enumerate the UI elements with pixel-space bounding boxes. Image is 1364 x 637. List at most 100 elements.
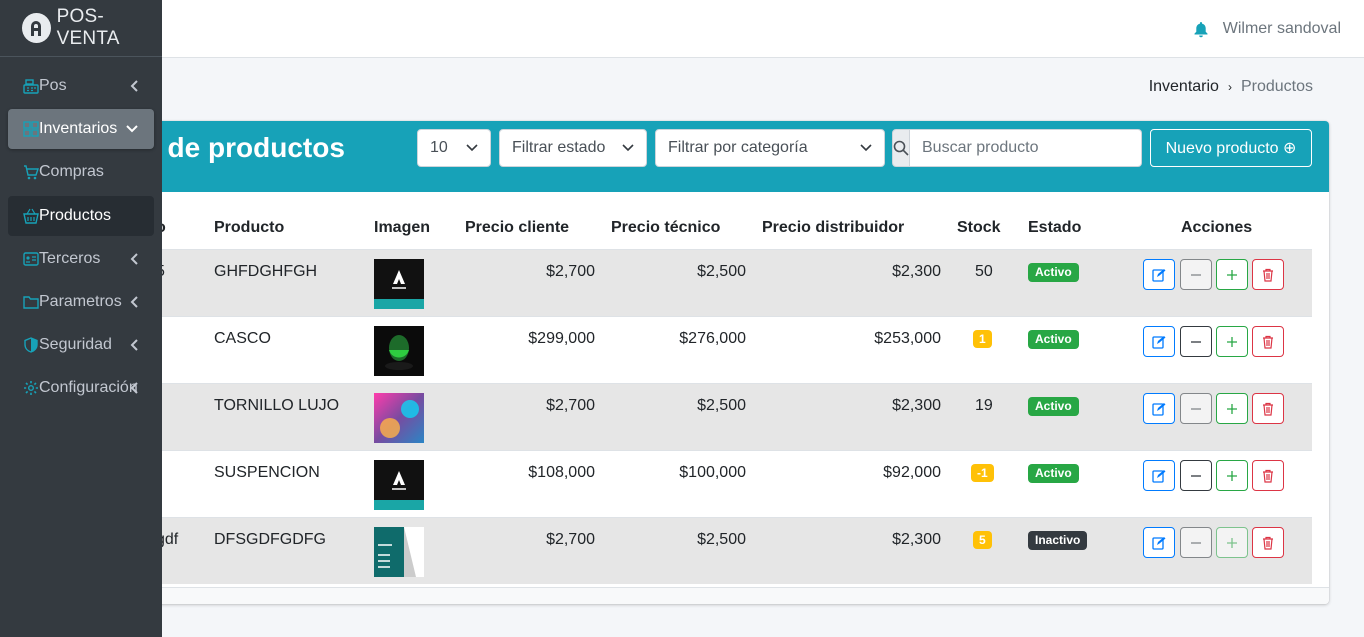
category-filter-select[interactable]: Filtrar por categoría (655, 129, 885, 167)
sidebar-item-configuracin[interactable]: Configuración (8, 368, 154, 408)
edit-icon (1152, 536, 1166, 550)
cell-tech-price: $276,000 (679, 330, 746, 347)
chevron-down-icon (622, 144, 634, 152)
edit-icon (1152, 268, 1166, 282)
chevron-down-icon (466, 144, 478, 152)
edit-button[interactable] (1143, 259, 1175, 290)
sidebar-item-seguridad[interactable]: Seguridad (8, 325, 154, 365)
search-input[interactable] (910, 129, 1142, 167)
sidebar-item-terceros[interactable]: Terceros (8, 239, 154, 279)
sidebar-item-inventarios[interactable]: Inventarios (8, 109, 154, 149)
minus-icon (1191, 474, 1201, 477)
user-name[interactable]: Wilmer sandoval (1223, 20, 1341, 38)
delete-button[interactable] (1252, 326, 1284, 357)
card-footer (118, 587, 1329, 604)
chevron-left-icon (130, 382, 138, 394)
search-button[interactable] (892, 129, 910, 167)
sidebar-item-label: Parametros (39, 293, 122, 310)
th-actions: Acciones (1181, 219, 1253, 236)
decrease-stock-button[interactable] (1180, 527, 1212, 558)
search-icon (893, 140, 909, 156)
cell-product: GHFDGHFGH (214, 263, 318, 280)
cell-client-price: $2,700 (546, 531, 595, 548)
plus-icon (1227, 336, 1237, 347)
th-client-price: Precio cliente (465, 219, 570, 236)
cell-dist-price: $2,300 (892, 263, 941, 280)
sidebar-item-pos[interactable]: Pos (8, 66, 154, 106)
cell-client-price: $299,000 (528, 330, 595, 347)
sidebar-item-label: Inventarios (39, 120, 118, 137)
delete-button[interactable] (1252, 259, 1284, 290)
edit-icon (1152, 402, 1166, 416)
increase-stock-button[interactable] (1216, 460, 1248, 491)
category-filter-value: Filtrar por categoría (668, 139, 808, 156)
increase-stock-button[interactable] (1216, 259, 1248, 290)
stock-badge: 1 (973, 330, 992, 348)
brand-text: POS-VENTA (57, 6, 162, 50)
product-image[interactable] (374, 326, 424, 376)
cell-product: TORNILLO LUJO (214, 397, 340, 414)
edit-icon (1152, 469, 1166, 483)
basket-icon (23, 208, 39, 224)
plus-icon (1227, 403, 1237, 414)
table-row: CASCO $299,000 $276,000 $253,000 1 Activo (118, 316, 1312, 383)
edit-button[interactable] (1143, 326, 1175, 357)
new-product-button[interactable]: Nuevo producto ⊕ (1150, 129, 1312, 167)
increase-stock-button[interactable] (1216, 326, 1248, 357)
sidebar-item-label: Compras (39, 163, 104, 180)
trash-icon (1263, 536, 1273, 550)
product-image[interactable] (374, 259, 424, 309)
chevron-left-icon (130, 296, 138, 308)
edit-button[interactable] (1143, 460, 1175, 491)
status-badge: Activo (1028, 464, 1079, 483)
plus-icon (1227, 537, 1237, 548)
sidebar-item-productos[interactable]: Productos (8, 196, 154, 236)
trash-icon (1263, 402, 1273, 416)
increase-stock-button[interactable] (1216, 527, 1248, 558)
stock-badge: 5 (973, 531, 992, 549)
plus-icon (1227, 269, 1237, 280)
decrease-stock-button[interactable] (1180, 326, 1212, 357)
product-image[interactable] (374, 527, 424, 577)
product-image[interactable] (374, 460, 424, 510)
sidebar-item-label: Pos (39, 77, 67, 94)
breadcrumb-separator: › (1227, 80, 1232, 94)
user-menu[interactable]: Wilmer sandoval (1193, 20, 1341, 38)
table-row: gdf DFSGDFGDFG $2,700 $2,500 $2,300 5 Inactivo (118, 517, 1312, 584)
brand-link[interactable]: POS-VENTA (0, 0, 162, 57)
table-header: o Producto Imagen Precio cliente Precio … (118, 207, 1312, 249)
delete-button[interactable] (1252, 527, 1284, 558)
breadcrumb-current: Productos (1240, 78, 1313, 95)
cell-dist-price: $2,300 (892, 531, 941, 548)
chevron-down-icon (126, 125, 138, 133)
status-filter-select[interactable]: Filtrar estado (499, 129, 647, 167)
sidebar-item-parametros[interactable]: Parametros (8, 282, 154, 322)
edit-button[interactable] (1143, 393, 1175, 424)
table-row: SUSPENCION $108,000 $100,000 $92,000 -1 Activ… (118, 450, 1312, 517)
decrease-stock-button[interactable] (1180, 460, 1212, 491)
bell-icon[interactable] (1193, 21, 1209, 38)
trash-icon (1263, 335, 1273, 349)
th-status: Estado (1028, 219, 1082, 236)
sidebar-item-compras[interactable]: Compras (8, 152, 154, 192)
brand-prefix: POS (56, 6, 98, 27)
product-image[interactable] (374, 393, 424, 443)
decrease-stock-button[interactable] (1180, 259, 1212, 290)
shield-icon (24, 337, 38, 353)
cell-client-price: $108,000 (528, 464, 595, 481)
trash-icon (1263, 469, 1273, 483)
decrease-stock-button[interactable] (1180, 393, 1212, 424)
th-dist-price: Precio distribuidor (762, 219, 905, 236)
breadcrumb-inventario[interactable]: Inventario (1149, 78, 1219, 96)
edit-icon (1152, 335, 1166, 349)
gear-icon (24, 381, 38, 395)
delete-button[interactable] (1252, 460, 1284, 491)
increase-stock-button[interactable] (1216, 393, 1248, 424)
edit-button[interactable] (1143, 527, 1175, 558)
card-header: ado de productos 10 Filtrar estado Filtr… (118, 121, 1329, 192)
delete-button[interactable] (1252, 393, 1284, 424)
page-size-select[interactable]: 10 (417, 129, 491, 167)
status-badge: Activo (1028, 397, 1079, 416)
breadcrumb: Inventario › Productos (1149, 78, 1313, 96)
minus-icon (1191, 340, 1201, 343)
